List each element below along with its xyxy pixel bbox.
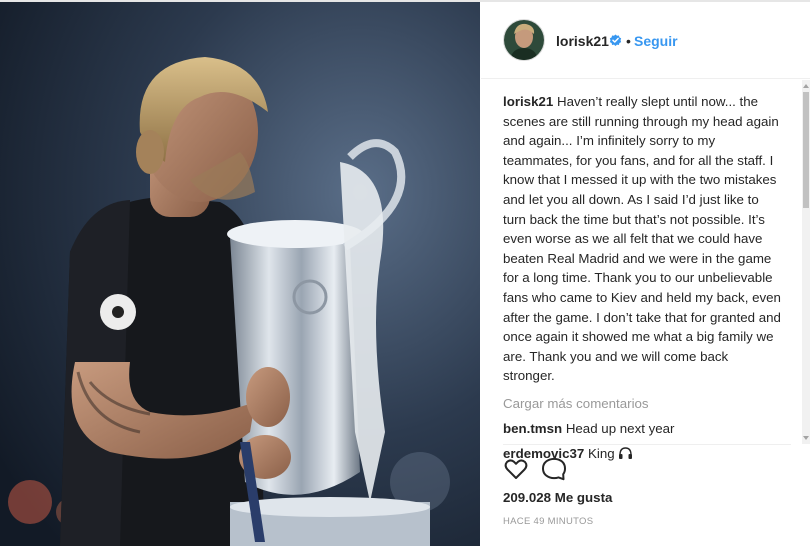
divider (503, 444, 791, 445)
likes-count[interactable]: 209.028 Me gusta (503, 490, 612, 505)
comment-item: ben.tmsn Head up next year (503, 421, 783, 436)
scroll-up-arrow-icon[interactable] (802, 82, 810, 90)
verified-badge-icon (609, 34, 622, 46)
headphones-emoji-icon (619, 447, 633, 459)
caption-text: Haven’t really slept until now... the sc… (503, 94, 781, 384)
caption-username[interactable]: lorisk21 (503, 94, 553, 109)
scroll-down-arrow-icon[interactable] (802, 434, 810, 442)
post-detail-panel: lorisk21 • Seguir lorisk21 Haven’t reall… (481, 2, 810, 546)
post-image (0, 2, 480, 546)
avatar-image (504, 20, 544, 60)
comment-text: Head up next year (565, 420, 675, 436)
avatar[interactable] (503, 19, 545, 61)
comment-username[interactable]: ben.tmsn (503, 421, 562, 436)
comment-bubble-icon[interactable] (541, 456, 567, 482)
comments-section: lorisk21 Haven’t really slept until now.… (503, 92, 783, 461)
post-photo[interactable] (0, 2, 480, 546)
caption: lorisk21 Haven’t really slept until now.… (503, 92, 783, 386)
follow-button[interactable]: Seguir (634, 33, 678, 49)
post-author-username[interactable]: lorisk21 (556, 33, 609, 49)
post-timestamp[interactable]: HACE 49 MINUTOS (503, 516, 593, 527)
load-more-comments-link[interactable]: Cargar más comentarios (503, 396, 783, 411)
scrollbar-thumb[interactable] (803, 92, 809, 208)
comment-text: King (588, 445, 615, 461)
post-header: lorisk21 • Seguir (481, 2, 810, 79)
header-separator: • (626, 33, 631, 49)
comments-scrollbar[interactable] (802, 80, 810, 444)
heart-icon[interactable] (503, 456, 529, 482)
